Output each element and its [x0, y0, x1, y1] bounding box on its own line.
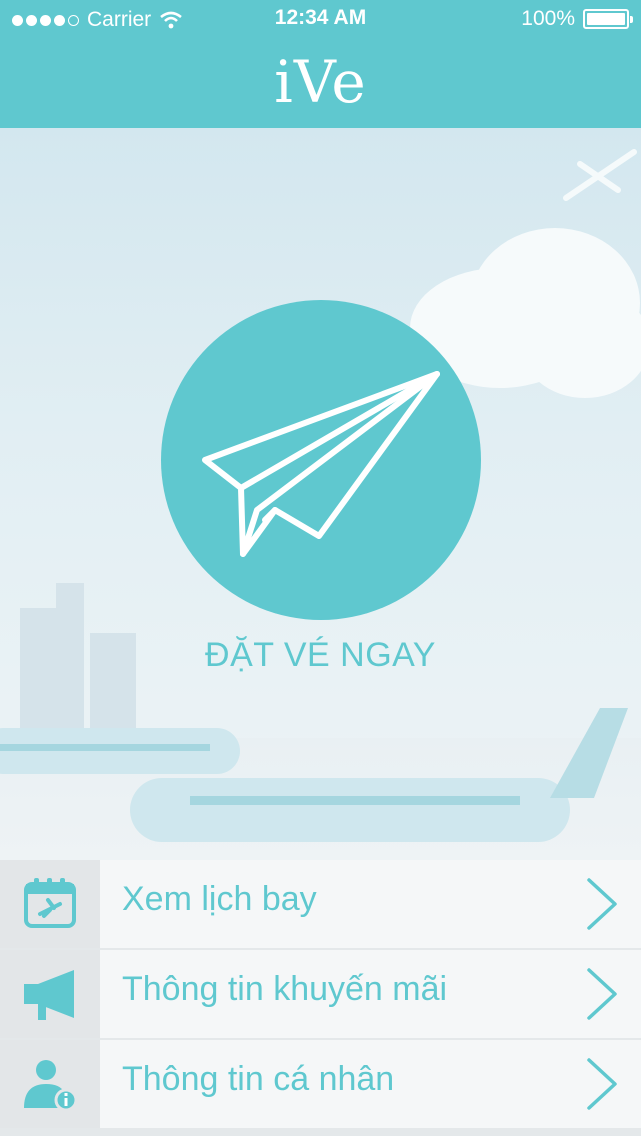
battery-icon — [583, 9, 633, 29]
user-info-icon — [24, 1060, 78, 1112]
airplane-silhouette-icon — [563, 149, 637, 201]
menu-label: Thông tin khuyến mãi — [122, 970, 448, 1008]
menu-icon-column — [0, 950, 100, 1038]
book-ticket-label[interactable]: ĐẶT VÉ NGAY — [0, 636, 641, 675]
menu-label: Xem lịch bay — [122, 880, 317, 918]
menu-item-promotions[interactable]: Thông tin khuyến mãi — [0, 950, 641, 1038]
chevron-right-icon — [587, 878, 617, 930]
status-right: 100% — [521, 7, 633, 31]
app-logo: iVe — [274, 48, 367, 116]
megaphone-icon — [24, 970, 74, 1020]
menu-item-profile[interactable]: Thông tin cá nhân — [0, 1040, 641, 1128]
book-ticket-button[interactable] — [161, 300, 481, 620]
menu-icon-column — [0, 1040, 100, 1128]
menu-icon-column — [0, 860, 100, 948]
main-menu: Xem lịch bay Thông tin khuyến mãi Thông … — [0, 860, 641, 1136]
menu-label: Thông tin cá nhân — [122, 1060, 395, 1098]
nav-bar: iVe — [0, 40, 641, 128]
paper-plane-icon — [202, 371, 440, 557]
menu-item-flight-schedule[interactable]: Xem lịch bay — [0, 860, 641, 948]
calendar-flight-icon — [24, 878, 76, 928]
battery-percent: 100% — [521, 7, 575, 30]
status-bar: Carrier 12:34 AM 100% — [0, 0, 641, 40]
chevron-right-icon — [587, 968, 617, 1020]
chevron-right-icon — [587, 1058, 617, 1110]
